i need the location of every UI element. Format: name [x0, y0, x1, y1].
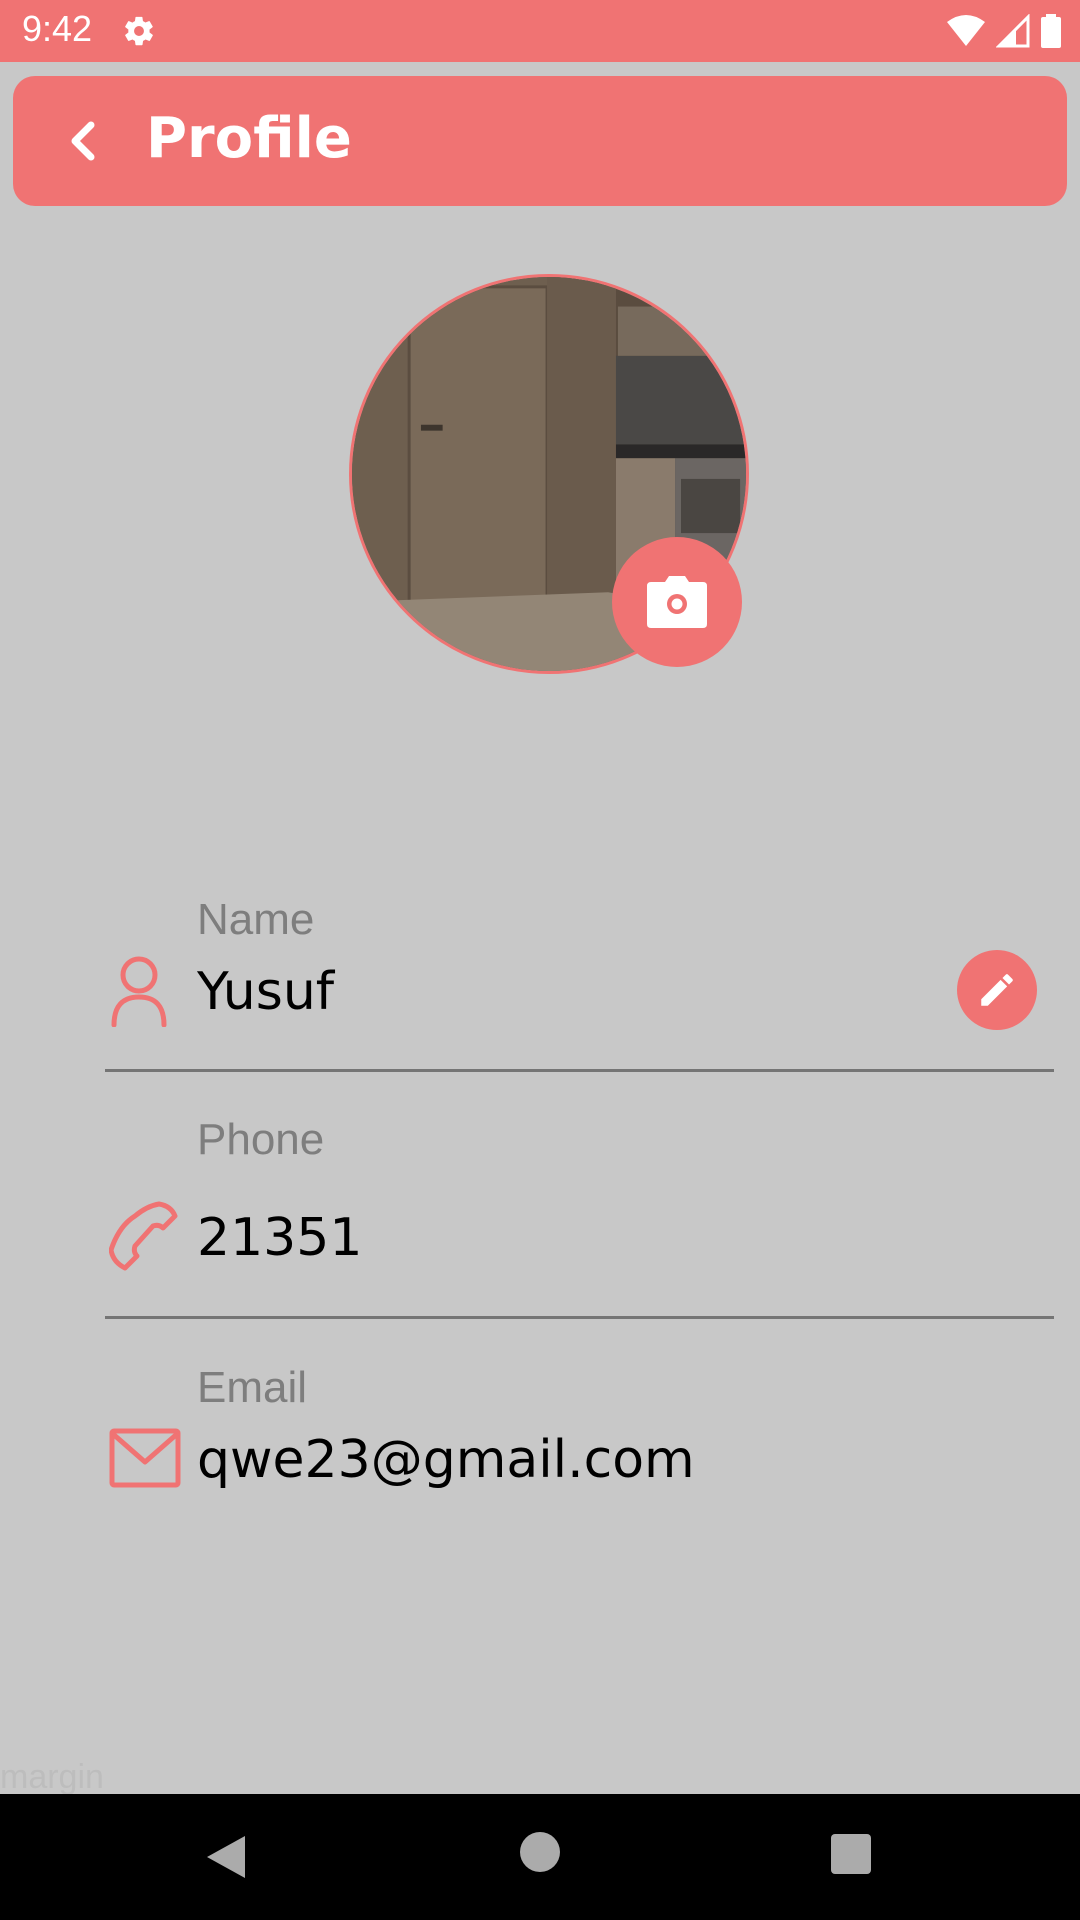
- home-circle-icon[interactable]: [520, 1832, 560, 1872]
- app-bar: Profile: [13, 76, 1067, 206]
- camera-button[interactable]: [612, 537, 742, 667]
- phone-value: 21351: [197, 1208, 363, 1268]
- name-field: Name Yusuf: [105, 890, 1054, 1070]
- phone-field: Phone 21351: [105, 1110, 1054, 1310]
- name-label: Name: [197, 895, 315, 944]
- chevron-left-icon[interactable]: [53, 111, 113, 171]
- signal-icon: [996, 14, 1030, 48]
- wifi-icon: [947, 15, 985, 46]
- gear-icon: [125, 16, 153, 46]
- pencil-icon: [981, 974, 1013, 1006]
- back-triangle-icon[interactable]: [205, 1834, 247, 1880]
- edit-name-button[interactable]: [957, 950, 1037, 1030]
- recents-square-icon[interactable]: [831, 1834, 871, 1874]
- page-title: Profile: [146, 106, 352, 171]
- mail-icon: [109, 1428, 181, 1488]
- divider: [105, 1316, 1054, 1319]
- email-field: Email qwe23@gmail.com: [105, 1358, 1054, 1518]
- margin-text: margin: [0, 1758, 104, 1796]
- battery-icon: [1041, 14, 1061, 48]
- phone-label: Phone: [197, 1115, 325, 1164]
- name-value: Yusuf: [197, 962, 335, 1022]
- email-value: qwe23@gmail.com: [197, 1430, 695, 1490]
- status-time: 9:42: [22, 8, 93, 49]
- phone-icon: [109, 1201, 178, 1271]
- divider: [105, 1069, 1054, 1072]
- email-label: Email: [197, 1363, 308, 1412]
- status-bar: 9:42: [0, 0, 1080, 62]
- system-nav-bar: [0, 1794, 1080, 1920]
- camera-icon: [647, 576, 707, 628]
- person-icon: [111, 956, 167, 1027]
